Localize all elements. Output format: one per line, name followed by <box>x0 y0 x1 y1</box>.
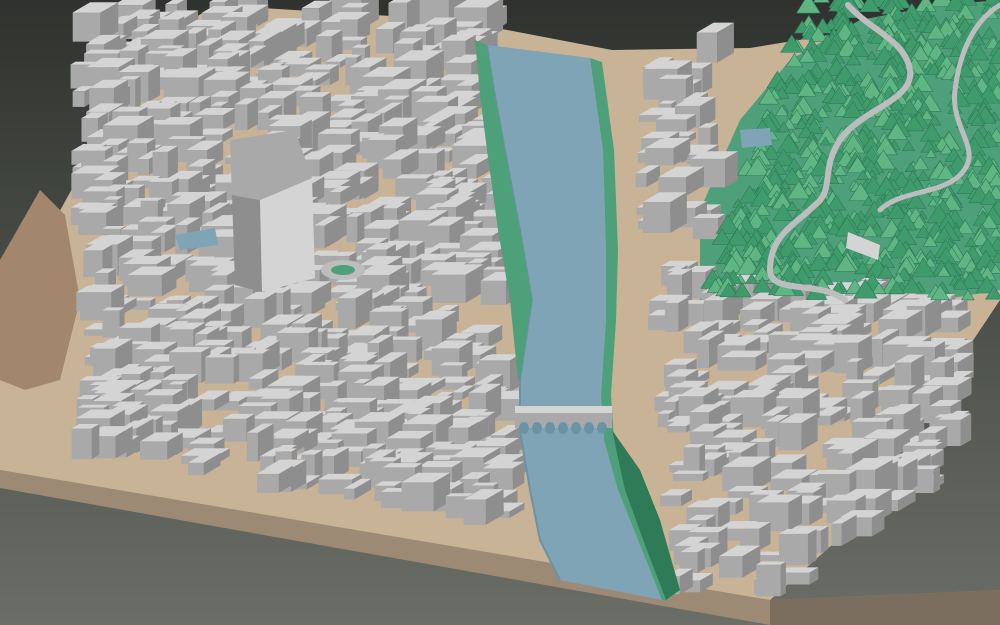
building-face <box>431 274 466 303</box>
building-side <box>678 297 689 332</box>
building-face <box>243 299 265 328</box>
building-face <box>78 212 107 235</box>
building-face <box>756 564 781 597</box>
building-face <box>329 192 341 206</box>
building-face <box>188 462 204 476</box>
building-side <box>91 423 100 460</box>
building-face <box>635 173 647 188</box>
building-face <box>127 275 162 297</box>
building-face <box>463 499 486 525</box>
building-face <box>779 309 792 323</box>
building-face <box>102 228 121 235</box>
building-face <box>672 473 703 482</box>
building-face <box>256 112 269 130</box>
building-face <box>256 473 279 493</box>
building-side <box>233 354 240 384</box>
building-face <box>719 556 743 578</box>
building-side <box>416 336 423 362</box>
building-roof <box>851 417 894 422</box>
building-face <box>102 310 120 338</box>
building-face <box>720 357 756 371</box>
building-face <box>196 45 209 66</box>
building-face <box>401 482 434 512</box>
building-face <box>246 432 258 462</box>
building-roof <box>369 307 409 312</box>
building-face <box>343 488 355 500</box>
bridge-arch <box>571 422 581 434</box>
building-face <box>452 392 463 400</box>
bridge-arch <box>519 422 529 434</box>
building-face <box>248 378 263 390</box>
bridge-arch <box>558 422 568 434</box>
building-face <box>337 298 356 330</box>
building-face <box>742 324 759 331</box>
building-roof <box>167 136 206 139</box>
building-face <box>480 280 506 305</box>
building-side <box>820 526 829 554</box>
tower-block <box>230 130 315 292</box>
building-side <box>807 528 817 565</box>
building-face <box>667 426 687 433</box>
building-face <box>660 495 682 507</box>
tree <box>812 0 831 3</box>
building-face <box>664 302 679 332</box>
hillside-pond <box>740 128 772 148</box>
building-face <box>71 428 92 460</box>
building-face <box>346 216 358 243</box>
building-roof <box>79 376 123 381</box>
roundabout <box>321 260 365 280</box>
building-face <box>382 159 402 179</box>
building-roof <box>902 441 943 446</box>
building-roof <box>238 402 278 406</box>
building-roof <box>303 361 340 366</box>
building-face <box>692 218 719 240</box>
bridge-arch <box>597 422 607 434</box>
building-face <box>645 147 674 166</box>
building-face <box>140 441 168 460</box>
city-model-scene <box>0 0 1000 625</box>
building-face <box>137 159 150 175</box>
building-side <box>357 212 365 243</box>
building-face <box>656 119 687 132</box>
building-side <box>697 547 705 573</box>
building-roof <box>156 45 185 49</box>
building-side <box>933 465 940 494</box>
building-face <box>375 28 393 54</box>
building-face <box>72 12 101 42</box>
bridge-arch <box>584 422 594 434</box>
building-side <box>135 76 141 110</box>
building-side <box>780 561 786 597</box>
building-face <box>205 357 234 384</box>
building-face <box>234 104 248 131</box>
building-face <box>697 339 710 368</box>
building-face <box>778 422 802 451</box>
building-roof <box>842 379 879 383</box>
building-face <box>642 201 671 233</box>
building-face <box>314 225 325 249</box>
building-face <box>778 533 808 565</box>
bridge-arch <box>545 422 555 434</box>
building-face <box>72 91 85 107</box>
building-face <box>83 329 105 336</box>
building-roof <box>672 470 709 474</box>
building-face <box>222 418 247 442</box>
building-face <box>696 32 718 63</box>
bridge-arch <box>532 422 542 434</box>
building-face <box>831 523 842 546</box>
building-roof <box>205 354 240 358</box>
building-roof <box>77 404 110 408</box>
building-roof <box>84 49 125 54</box>
